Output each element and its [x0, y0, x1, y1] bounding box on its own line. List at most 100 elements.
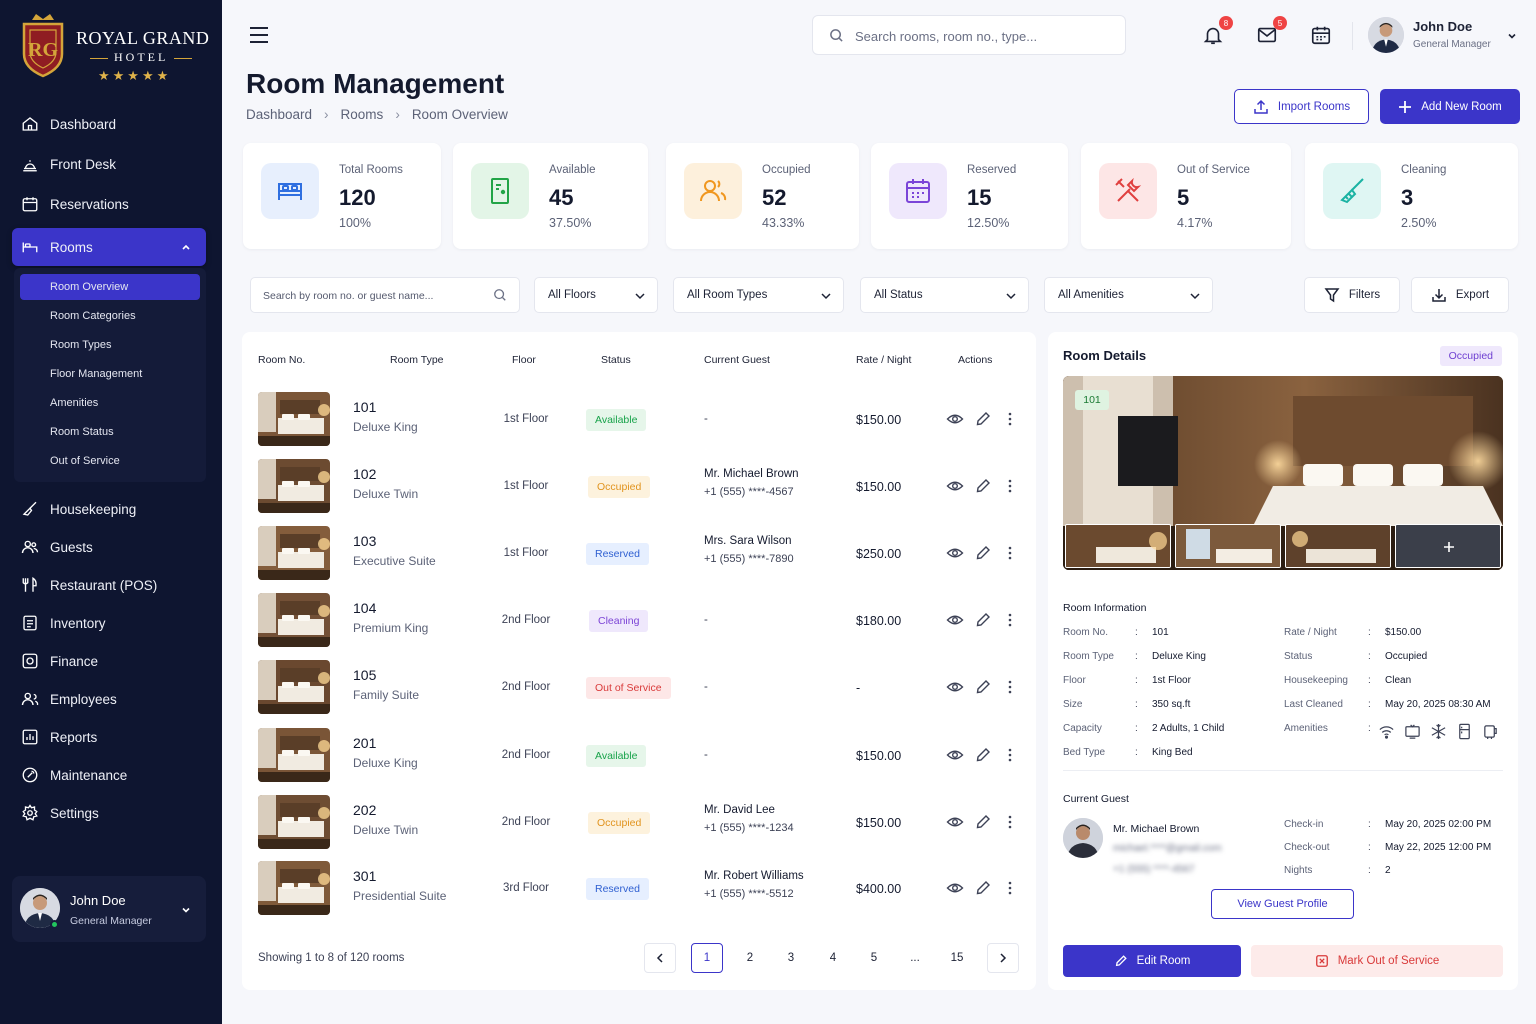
table-row[interactable]: 105 Family Suite 2nd Floor Out of Servic… — [242, 656, 1036, 723]
pencil-icon[interactable] — [974, 678, 992, 696]
more-vertical-icon[interactable] — [1001, 477, 1019, 495]
more-vertical-icon[interactable] — [1001, 544, 1019, 562]
room-thumbnail[interactable] — [258, 795, 330, 849]
table-row[interactable]: 201 Deluxe King 2nd Floor Available - $1… — [242, 724, 1036, 791]
pencil-icon[interactable] — [974, 544, 992, 562]
pagination-page[interactable]: 2 — [734, 943, 766, 973]
pencil-icon[interactable] — [974, 477, 992, 495]
filters-button[interactable]: Filters — [1304, 277, 1400, 313]
pagination-page[interactable]: 1 — [691, 943, 723, 973]
room-number[interactable]: 201 — [353, 735, 376, 751]
pencil-icon[interactable] — [974, 410, 992, 428]
view-guest-profile-button[interactable]: View Guest Profile — [1211, 889, 1354, 919]
room-type-select[interactable]: All Room Types — [673, 277, 844, 313]
global-search[interactable] — [812, 15, 1126, 55]
column-header-room-no[interactable]: Room No. — [258, 354, 305, 366]
eye-icon[interactable] — [946, 678, 964, 696]
sidebar-item-maintenance[interactable]: Maintenance — [12, 756, 206, 794]
room-thumbnail[interactable] — [258, 861, 330, 915]
pagination-page[interactable]: 4 — [817, 943, 849, 973]
room-thumbnail[interactable] — [1175, 524, 1281, 568]
breadcrumb-rooms[interactable]: Rooms — [341, 107, 384, 122]
room-thumbnail[interactable] — [258, 526, 330, 580]
pagination-page[interactable]: 5 — [858, 943, 890, 973]
pencil-icon[interactable] — [974, 746, 992, 764]
pencil-icon[interactable] — [974, 879, 992, 897]
room-thumbnail[interactable] — [258, 459, 330, 513]
more-vertical-icon[interactable] — [1001, 879, 1019, 897]
breadcrumb-dashboard[interactable]: Dashboard — [246, 107, 312, 122]
sidebar-item-housekeeping[interactable]: Housekeeping — [12, 490, 206, 528]
sidebar-item-front-desk[interactable]: Front Desk — [12, 145, 206, 183]
room-number[interactable]: 202 — [353, 802, 376, 818]
brand-logo[interactable]: RG ROYAL GRAND HOTEL ★★★★★ — [18, 10, 209, 90]
pencil-icon[interactable] — [974, 813, 992, 831]
room-thumbnail[interactable] — [258, 593, 330, 647]
column-header-room-type[interactable]: Room Type — [390, 354, 444, 366]
eye-icon[interactable] — [946, 879, 964, 897]
submenu-amenities[interactable]: Amenities — [20, 390, 200, 416]
room-number[interactable]: 105 — [353, 667, 376, 683]
room-thumbnail[interactable] — [258, 728, 330, 782]
room-thumbnail[interactable] — [1065, 524, 1171, 568]
table-row[interactable]: 102 Deluxe Twin 1st Floor Occupied Mr. M… — [242, 455, 1036, 522]
pencil-icon[interactable] — [974, 611, 992, 629]
table-row[interactable]: 104 Premium King 2nd Floor Cleaning - $1… — [242, 589, 1036, 656]
pagination-page[interactable]: 15 — [941, 943, 973, 973]
pagination-page[interactable]: 3 — [775, 943, 807, 973]
submenu-room-types[interactable]: Room Types — [20, 332, 200, 358]
column-header-current-guest[interactable]: Current Guest — [704, 354, 770, 366]
notifications-button[interactable]: 8 — [1202, 16, 1233, 46]
sidebar-item-finance[interactable]: Finance — [12, 642, 206, 680]
status-select[interactable]: All Status — [860, 277, 1029, 313]
avatar[interactable] — [1368, 17, 1404, 53]
menu-icon[interactable] — [248, 24, 270, 46]
sidebar-item-settings[interactable]: Settings — [12, 794, 206, 832]
room-number[interactable]: 101 — [353, 399, 376, 415]
room-photo[interactable]: 101 — [1063, 376, 1503, 570]
table-row[interactable]: 101 Deluxe King 1st Floor Available - $1… — [242, 388, 1036, 455]
stat-card-out-of-service[interactable]: Out of Service 5 4.17% — [1081, 143, 1291, 249]
column-header-status[interactable]: Status — [601, 354, 631, 366]
eye-icon[interactable] — [946, 746, 964, 764]
more-photos-thumbnail[interactable] — [1395, 524, 1501, 568]
room-number[interactable]: 102 — [353, 466, 376, 482]
search-input[interactable] — [855, 25, 1115, 47]
sidebar-item-dashboard[interactable]: Dashboard — [12, 105, 206, 143]
eye-icon[interactable] — [946, 544, 964, 562]
import-rooms-button[interactable]: Import Rooms — [1234, 89, 1369, 124]
more-vertical-icon[interactable] — [1001, 678, 1019, 696]
messages-button[interactable]: 5 — [1256, 16, 1287, 46]
room-number[interactable]: 301 — [353, 868, 376, 884]
table-row[interactable]: 301 Presidential Suite 3rd Floor Reserve… — [242, 857, 1036, 924]
more-vertical-icon[interactable] — [1001, 611, 1019, 629]
eye-icon[interactable] — [946, 410, 964, 428]
stat-card-total-rooms[interactable]: Total Rooms 120 100% — [243, 143, 441, 249]
stat-card-occupied[interactable]: Occupied 52 43.33% — [666, 143, 859, 249]
pagination-prev-button[interactable] — [644, 943, 676, 973]
sidebar-item-rooms[interactable]: Rooms — [12, 228, 206, 266]
sidebar-item-inventory[interactable]: Inventory — [12, 604, 206, 642]
stat-card-cleaning[interactable]: Cleaning 3 2.50% — [1305, 143, 1518, 249]
more-vertical-icon[interactable] — [1001, 813, 1019, 831]
chevron-down-icon[interactable] — [1506, 30, 1518, 42]
submenu-out-of-service[interactable]: Out of Service — [20, 448, 200, 474]
submenu-room-overview[interactable]: Room Overview — [20, 274, 200, 300]
eye-icon[interactable] — [946, 813, 964, 831]
floor-select[interactable]: All Floors — [534, 277, 658, 313]
stat-card-reserved[interactable]: Reserved 15 12.50% — [871, 143, 1068, 249]
room-thumbnail[interactable] — [258, 660, 330, 714]
sidebar-item-reports[interactable]: Reports — [12, 718, 206, 756]
sidebar-user-card[interactable]: John Doe General Manager — [12, 876, 206, 942]
calendar-button[interactable] — [1310, 24, 1332, 46]
submenu-floor-management[interactable]: Floor Management — [20, 361, 200, 387]
eye-icon[interactable] — [946, 611, 964, 629]
sidebar-item-reservations[interactable]: Reservations — [12, 185, 206, 223]
column-header-rate[interactable]: Rate / Night — [856, 354, 911, 366]
eye-icon[interactable] — [946, 477, 964, 495]
submenu-room-categories[interactable]: Room Categories — [20, 303, 200, 329]
sidebar-item-restaurant[interactable]: Restaurant (POS) — [12, 566, 206, 604]
stat-card-available[interactable]: Available 45 37.50% — [453, 143, 648, 249]
room-number[interactable]: 103 — [353, 533, 376, 549]
more-vertical-icon[interactable] — [1001, 746, 1019, 764]
